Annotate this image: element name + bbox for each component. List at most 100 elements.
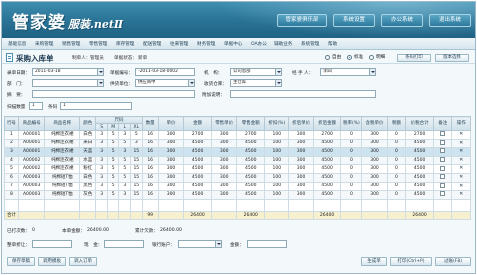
menu-item-documents[interactable]: 单据中心 <box>224 41 242 47</box>
col-header-net-price[interactable]: 折后单价 <box>288 116 314 131</box>
cell-color[interactable]: 米白 <box>79 138 97 149</box>
cell-tax-rate[interactable]: 0 <box>340 138 363 149</box>
cell-discount[interactable]: 100 <box>264 172 290 183</box>
cell-qty[interactable]: 16 <box>141 190 159 200</box>
version-select-button[interactable]: 版本选择 <box>435 54 469 62</box>
col-header-size-s[interactable]: S <box>95 123 108 131</box>
cell-size-xl[interactable]: 5 <box>130 130 143 140</box>
delete-row-icon[interactable]: ✕ <box>459 157 463 163</box>
col-header-remark[interactable]: 备注 <box>432 116 453 131</box>
calendar-dropdown-icon[interactable] <box>97 69 103 75</box>
cell-tax-rate[interactable]: 0 <box>340 130 363 140</box>
cell-size-m[interactable]: 5 <box>106 138 120 149</box>
cell-size-xl[interactable]: 15 <box>130 172 143 183</box>
cell-net-amount[interactable]: 2700 <box>312 130 342 140</box>
cell-remark[interactable] <box>432 130 453 140</box>
discount-field[interactable] <box>32 240 72 248</box>
cell-tax-total[interactable]: 4500 <box>405 147 434 157</box>
cell-size-s[interactable]: 3 <box>95 147 108 157</box>
cell-amount[interactable]: 4500 <box>183 164 212 174</box>
save-draft-button[interactable]: 保存草稿 <box>7 257 35 266</box>
cell-line-no[interactable]: 7 <box>4 181 19 192</box>
cell-net-amount[interactable]: 4500 <box>312 190 342 200</box>
row-checkbox[interactable] <box>440 165 446 171</box>
cell-tax[interactable]: 0 <box>386 138 407 149</box>
cell-action[interactable]: ✕ <box>451 190 471 200</box>
empty-cell[interactable] <box>451 198 471 212</box>
menu-item-help[interactable]: 帮助 <box>328 41 337 47</box>
cell-name[interactable]: 纯棉连衣裙 <box>44 155 81 166</box>
cell-retail-price[interactable]: 300 <box>210 181 238 192</box>
handler-field[interactable]: 李四 <box>320 68 376 76</box>
cell-remark[interactable] <box>432 181 453 192</box>
row-checkbox[interactable] <box>440 157 446 163</box>
cell-remark[interactable] <box>432 164 453 174</box>
cell-action[interactable]: ✕ <box>451 147 471 157</box>
menu-item-finance[interactable]: 财务管理 <box>197 41 215 47</box>
org-dropdown-icon[interactable] <box>275 69 281 75</box>
cell-amount[interactable]: 4500 <box>183 138 212 149</box>
cell-price[interactable]: 300 <box>157 155 185 166</box>
empty-cell[interactable] <box>264 198 290 212</box>
cell-name[interactable]: 纯棉连衣裙 <box>44 138 81 149</box>
col-header-qty[interactable]: 数量 <box>141 116 159 131</box>
delete-row-icon[interactable]: ✕ <box>459 166 463 172</box>
cell-retail-amount[interactable]: 4500 <box>236 172 266 183</box>
cell-remark[interactable] <box>432 172 453 183</box>
delete-row-icon[interactable]: ✕ <box>459 149 463 155</box>
cell-line-no[interactable]: 1 <box>4 130 19 140</box>
handler-dropdown-icon[interactable] <box>369 69 375 75</box>
col-header-size-l[interactable]: L <box>118 123 132 131</box>
cell-line-no[interactable]: 4 <box>4 155 19 166</box>
empty-cell[interactable] <box>210 198 238 212</box>
cell-size-s[interactable]: 3 <box>95 181 108 192</box>
view-free-radio[interactable] <box>325 55 330 60</box>
row-checkbox[interactable] <box>440 131 446 137</box>
cell-net-price[interactable]: 300 <box>288 172 314 183</box>
empty-cell[interactable] <box>79 198 97 212</box>
cell-size-l[interactable]: 3 <box>118 190 132 200</box>
print-button[interactable]: 打印(Ctrl+P) <box>390 257 432 266</box>
cell-size-l[interactable]: 5 <box>118 164 132 174</box>
cell-qty[interactable]: 16 <box>141 164 159 174</box>
cell-size-m[interactable]: 5 <box>106 147 120 157</box>
cell-size-l[interactable]: 5 <box>118 138 132 149</box>
cell-price[interactable]: 300 <box>157 172 185 183</box>
cell-code[interactable]: A00001 <box>17 138 46 149</box>
empty-cell[interactable] <box>141 198 159 212</box>
cell-net-price[interactable]: 300 <box>288 190 314 200</box>
menu-item-retail[interactable]: 零售管理 <box>89 41 107 47</box>
load-template-button[interactable]: 调用模板 <box>38 257 66 266</box>
cell-price[interactable]: 300 <box>157 164 185 174</box>
cell-qty[interactable]: 16 <box>141 130 159 140</box>
menu-item-basic-info[interactable]: 基础信息 <box>8 41 26 47</box>
menu-item-distribution[interactable]: 配送管理 <box>143 41 161 47</box>
delete-row-icon[interactable]: ✕ <box>459 174 463 180</box>
cell-line-no[interactable]: 5 <box>4 164 19 174</box>
delete-row-icon[interactable]: ✕ <box>459 183 463 189</box>
col-header-discount[interactable]: 折扣(%) <box>264 116 290 131</box>
cell-retail-amount[interactable]: 2700 <box>236 130 266 140</box>
memo-field[interactable] <box>230 90 376 98</box>
cell-net-amount[interactable]: 4500 <box>312 138 342 149</box>
club-button[interactable]: 管家婆俱乐部 <box>277 14 327 27</box>
cell-price[interactable]: 300 <box>157 190 185 200</box>
cell-size-l[interactable]: 5 <box>118 155 132 166</box>
cell-net-price[interactable]: 300 <box>288 130 314 140</box>
cell-action[interactable]: ✕ <box>451 172 471 183</box>
cell-tax-price[interactable]: 300 <box>361 130 388 140</box>
table-row[interactable]: 7 A00003 纯棉短T恤 黑色 3 5 3 15 16 300 4500 300 4500 100 30… <box>4 181 471 192</box>
cell-net-amount[interactable]: 4500 <box>312 172 342 183</box>
warehouse-field[interactable]: 主仓库 <box>230 79 282 87</box>
cell-tax-total[interactable]: 4500 <box>405 155 434 166</box>
cell-discount[interactable]: 100 <box>264 190 290 200</box>
col-header-size-xl[interactable]: XL <box>130 123 143 131</box>
cell-name[interactable]: 纯棉连衣裙 <box>44 130 81 140</box>
cell-color[interactable]: 白色 <box>79 130 97 140</box>
empty-cell[interactable] <box>386 198 407 212</box>
cell-size-s[interactable]: 3 <box>95 164 108 174</box>
cell-net-price[interactable]: 300 <box>288 155 314 166</box>
cell-retail-amount[interactable]: 4500 <box>236 147 266 157</box>
cell-retail-price[interactable]: 300 <box>210 164 238 174</box>
cell-discount[interactable]: 100 <box>264 155 290 166</box>
